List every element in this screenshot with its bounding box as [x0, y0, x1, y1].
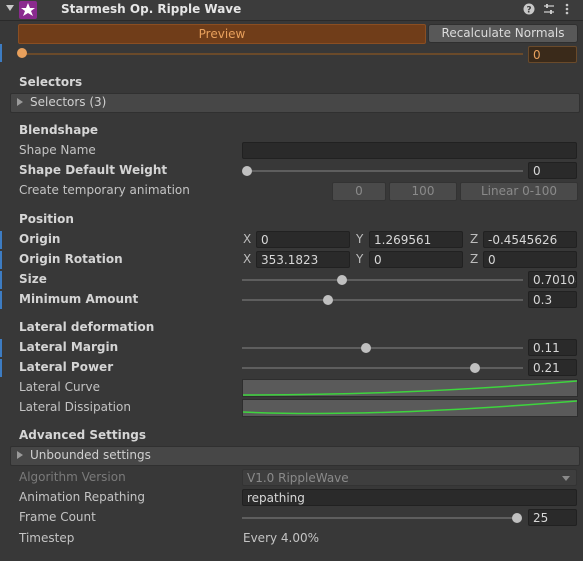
shape-name-field[interactable] — [242, 142, 577, 159]
size-field[interactable]: 0.70108 — [528, 271, 577, 288]
selectors-section-title: Selectors — [19, 75, 83, 89]
lateral-margin-field[interactable]: 0.11 — [528, 339, 577, 356]
timestep-value: Every 4.00% — [243, 531, 320, 545]
algorithm-version-label: Algorithm Version — [19, 470, 126, 484]
rotation-y-field[interactable]: 0 — [369, 251, 463, 268]
override-marker — [0, 231, 2, 249]
temp-anim-linear-button[interactable]: Linear 0-100 — [460, 182, 578, 201]
origin-y-field[interactable]: 1.269561 — [369, 231, 463, 248]
timeline-slider-knob[interactable] — [17, 48, 27, 58]
preview-button[interactable]: Preview — [18, 24, 426, 44]
rotation-x-axis-label: X — [243, 252, 252, 266]
timestep-label: Timestep — [19, 531, 75, 545]
override-marker — [0, 44, 2, 62]
rotation-x-field[interactable]: 353.1823 — [256, 251, 350, 268]
lateral-power-slider-knob[interactable] — [470, 363, 480, 373]
lateral-margin-slider-track[interactable] — [242, 347, 523, 349]
lateral-curve-field[interactable] — [242, 379, 578, 397]
kebab-icon[interactable] — [560, 3, 574, 17]
override-marker — [0, 251, 2, 269]
component-header: Starmesh Op. Ripple Wave ? — [0, 0, 583, 21]
timeline-slider-track[interactable] — [22, 53, 523, 55]
origin-rotation-label: Origin Rotation — [19, 252, 123, 266]
temp-animation-label: Create temporary animation — [19, 183, 190, 197]
size-slider-knob[interactable] — [337, 275, 347, 285]
algorithm-version-value: V1.0 RippleWave — [247, 471, 349, 485]
origin-z-axis-label: Z — [470, 232, 479, 246]
minimum-amount-label: Minimum Amount — [19, 292, 139, 306]
foldout-arrow-icon — [17, 451, 23, 459]
starmesh-logo-icon — [19, 1, 37, 19]
svg-text:?: ? — [526, 6, 531, 16]
unbounded-settings-foldout[interactable]: Unbounded settings — [10, 446, 580, 466]
collapse-arrow-icon[interactable] — [6, 5, 14, 11]
sliders-icon[interactable] — [542, 3, 556, 17]
origin-x-field[interactable]: 0 — [256, 231, 350, 248]
blendshape-section-title: Blendshape — [19, 123, 99, 137]
frame-count-slider-track[interactable] — [242, 517, 518, 519]
lateral-power-slider-track[interactable] — [242, 367, 523, 369]
size-label: Size — [19, 272, 47, 286]
origin-z-field[interactable]: -0.4545626 — [483, 231, 577, 248]
shape-name-label: Shape Name — [19, 143, 96, 157]
temp-anim-100-button[interactable]: 100 — [389, 182, 457, 201]
component-title: Starmesh Op. Ripple Wave — [61, 2, 242, 16]
foldout-arrow-icon — [17, 98, 23, 106]
lateral-margin-label: Lateral Margin — [19, 340, 119, 354]
rotation-y-axis-label: Y — [356, 252, 364, 266]
shape-weight-label: Shape Default Weight — [19, 163, 168, 177]
dropdown-arrow-icon — [562, 476, 570, 481]
lateral-margin-slider-knob[interactable] — [361, 343, 371, 353]
unbounded-settings-label: Unbounded settings — [30, 448, 151, 462]
override-marker — [0, 291, 2, 309]
timeline-value-field[interactable]: 0 — [528, 46, 577, 63]
animation-repathing-field[interactable]: repathing — [242, 489, 577, 506]
temp-anim-0-button[interactable]: 0 — [332, 182, 386, 201]
selectors-foldout[interactable]: Selectors (3) — [10, 93, 580, 113]
shape-weight-field[interactable]: 0 — [528, 162, 577, 179]
minimum-amount-field[interactable]: 0.3 — [528, 291, 577, 308]
minimum-amount-slider-track[interactable] — [242, 299, 523, 301]
rotation-z-field[interactable]: 0 — [483, 251, 577, 268]
lateral-power-label: Lateral Power — [19, 360, 114, 374]
lateral-section-title: Lateral deformation — [19, 320, 155, 334]
size-slider-track[interactable] — [242, 279, 523, 281]
selectors-foldout-label: Selectors (3) — [30, 95, 107, 109]
animation-repathing-label: Animation Repathing — [19, 490, 146, 504]
lateral-dissipation-label: Lateral Dissipation — [19, 400, 131, 414]
frame-count-field[interactable]: 25 — [528, 509, 577, 526]
lateral-power-field[interactable]: 0.21 — [528, 359, 577, 376]
origin-x-axis-label: X — [243, 232, 252, 246]
position-section-title: Position — [19, 212, 74, 226]
minimum-amount-slider-knob[interactable] — [323, 295, 333, 305]
algorithm-version-dropdown: V1.0 RippleWave — [242, 469, 577, 486]
rotation-z-axis-label: Z — [470, 252, 479, 266]
lateral-dissipation-field[interactable] — [242, 399, 578, 417]
origin-y-axis-label: Y — [356, 232, 364, 246]
shape-weight-slider-knob[interactable] — [242, 166, 252, 176]
override-marker — [0, 271, 2, 289]
question-icon[interactable]: ? — [522, 3, 536, 17]
origin-label: Origin — [19, 232, 61, 246]
frame-count-label: Frame Count — [19, 510, 96, 524]
shape-weight-slider-track[interactable] — [247, 170, 523, 172]
advanced-section-title: Advanced Settings — [19, 428, 147, 442]
recalculate-normals-button[interactable]: Recalculate Normals — [428, 24, 578, 43]
frame-count-slider-knob[interactable] — [512, 513, 522, 523]
override-marker — [0, 339, 2, 357]
override-marker — [0, 359, 2, 377]
lateral-curve-label: Lateral Curve — [19, 380, 100, 394]
